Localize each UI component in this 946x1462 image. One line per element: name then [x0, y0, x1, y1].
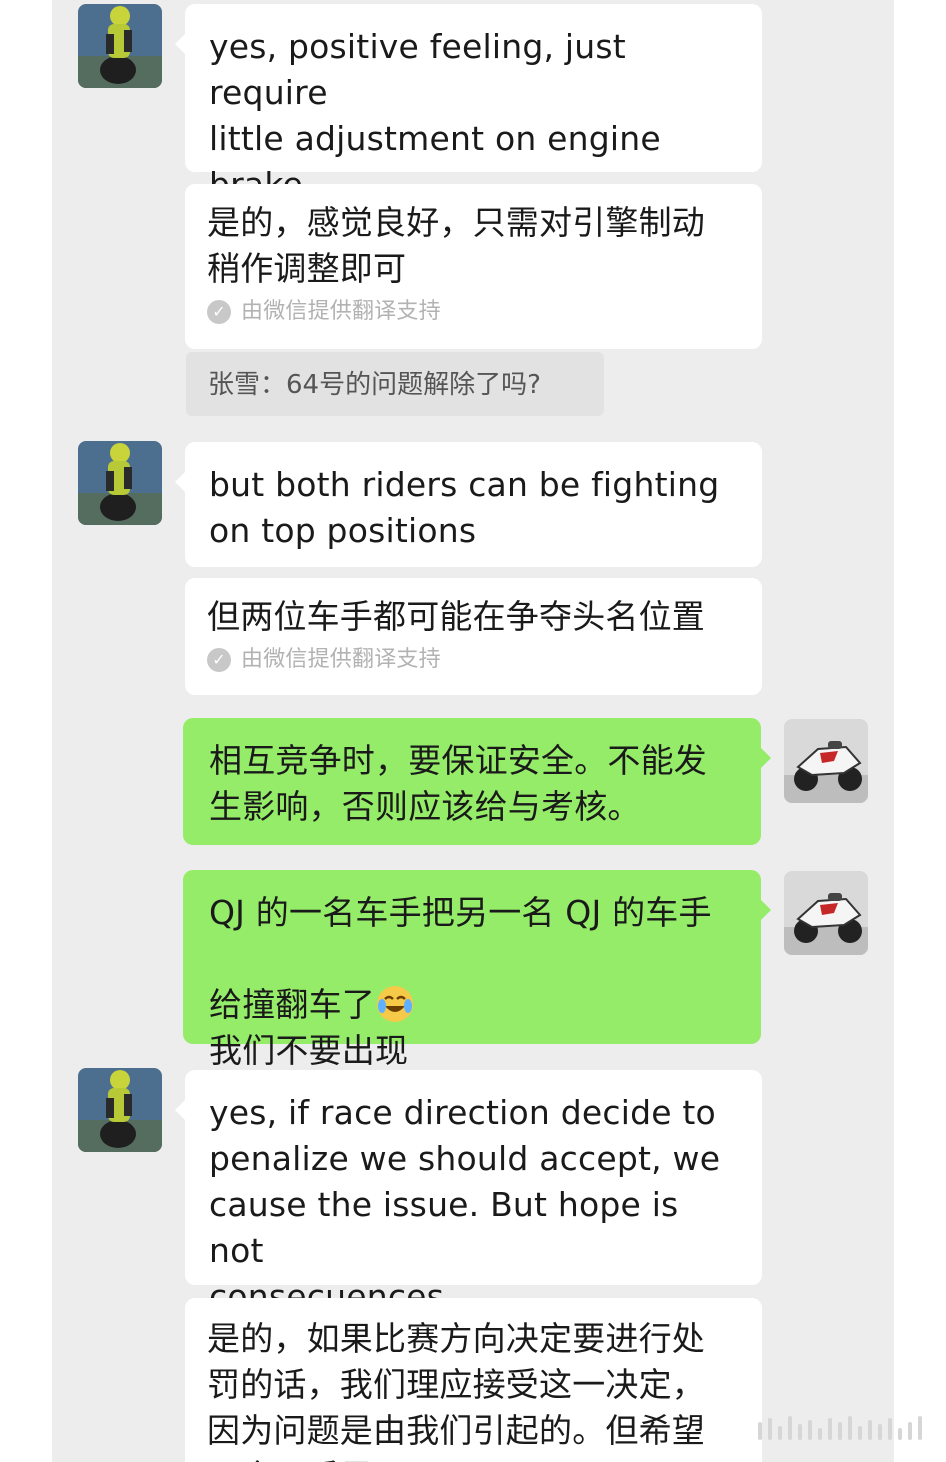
quoted-message-text: 张雪：64号的问题解除了吗?: [208, 370, 541, 400]
motorcycle-avatar-icon: [784, 719, 868, 803]
rider-avatar-icon: [78, 4, 162, 88]
translation-text: 但两位车手都可能在争夺头名位置: [207, 597, 705, 636]
translation-credit: ✓ 由微信提供翻译支持: [207, 298, 740, 326]
check-icon: ✓: [207, 300, 231, 324]
chat-window[interactable]: yes, positive feeling, just require litt…: [52, 0, 894, 1462]
watermark: [758, 1416, 928, 1440]
incoming-message-bubble[interactable]: but both riders can be fighting on top p…: [175, 442, 762, 567]
message-text: 相互竞争时，要保证安全。不能发 生影响，否则应该给与考核。: [209, 741, 707, 826]
quoted-message[interactable]: 张雪：64号的问题解除了吗?: [186, 352, 604, 416]
translation-bubble[interactable]: 但两位车手都可能在争夺头名位置 ✓ 由微信提供翻译支持: [185, 578, 762, 695]
rider-avatar[interactable]: [78, 4, 162, 88]
rider-avatar-icon: [78, 441, 162, 525]
translation-credit: ✓ 由微信提供翻译支持: [207, 646, 740, 674]
rider-avatar-icon: [78, 1068, 162, 1152]
motorcycle-avatar-icon: [784, 871, 868, 955]
translation-bubble[interactable]: 是的，感觉良好，只需对引擎制动 稍作调整即可 ✓ 由微信提供翻译支持: [185, 184, 762, 349]
message-line: 我们不要出现: [209, 1031, 409, 1070]
translation-bubble[interactable]: 是的，如果比赛方向决定要进行处 罚的话，我们理应接受这一决定， 因为问题是由我们…: [185, 1298, 762, 1462]
crying-laughing-emoji-icon: [377, 986, 413, 1022]
rider-avatar[interactable]: [78, 1068, 162, 1152]
self-avatar[interactable]: [784, 871, 868, 955]
message-line-text: 给撞翻车了: [209, 985, 375, 1024]
translation-text: 是的，如果比赛方向决定要进行处 罚的话，我们理应接受这一决定， 因为问题是由我们…: [207, 1319, 705, 1462]
translation-credit-label: 由微信提供翻译支持: [241, 299, 441, 324]
message-text: yes, positive feeling, just require litt…: [209, 27, 661, 204]
outgoing-message-bubble[interactable]: QJ 的一名车手把另一名 QJ 的车手 给撞翻车了 我们不要出现: [183, 870, 771, 1070]
message-text: but both riders can be fighting on top p…: [209, 465, 720, 550]
translation-credit-label: 由微信提供翻译支持: [241, 647, 441, 672]
check-icon: ✓: [207, 648, 231, 672]
message-line: 给撞翻车了: [209, 936, 735, 1028]
incoming-message-bubble[interactable]: yes, positive feeling, just require litt…: [175, 4, 762, 204]
message-text: yes, if race direction decide to penaliz…: [209, 1093, 721, 1316]
incoming-message-bubble[interactable]: yes, if race direction decide to penaliz…: [175, 1070, 762, 1316]
translation-text: 是的，感觉良好，只需对引擎制动 稍作调整即可: [207, 203, 705, 288]
rider-avatar[interactable]: [78, 441, 162, 525]
message-line: QJ 的一名车手把另一名 QJ 的车手: [209, 893, 712, 932]
outgoing-message-bubble[interactable]: 相互竞争时，要保证安全。不能发 生影响，否则应该给与考核。: [183, 718, 771, 845]
self-avatar[interactable]: [784, 719, 868, 803]
